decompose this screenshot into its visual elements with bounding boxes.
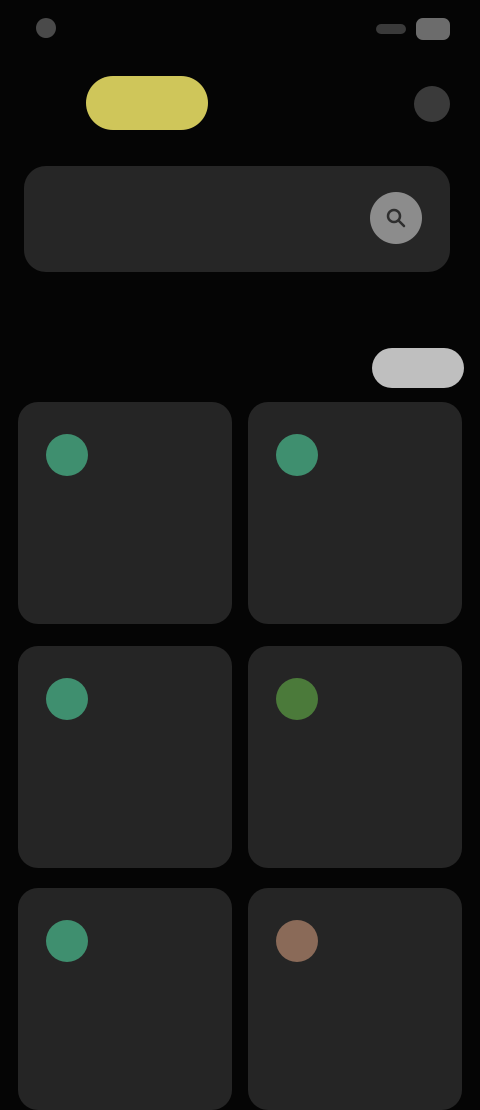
card[interactable] bbox=[18, 646, 232, 868]
search-button[interactable] bbox=[370, 192, 422, 244]
primary-pill-button[interactable] bbox=[86, 76, 208, 130]
search-icon bbox=[386, 208, 406, 228]
search-card bbox=[24, 166, 450, 272]
app-icon bbox=[46, 434, 88, 476]
app-icon bbox=[46, 920, 88, 962]
status-icons bbox=[376, 18, 450, 40]
profile-icon[interactable] bbox=[414, 86, 450, 122]
section-tabs bbox=[26, 310, 466, 340]
battery-icon bbox=[416, 18, 450, 40]
status-bar bbox=[0, 0, 480, 56]
search-input[interactable] bbox=[46, 200, 370, 236]
app-icon bbox=[46, 678, 88, 720]
camera-icon bbox=[36, 18, 56, 38]
app-icon bbox=[276, 920, 318, 962]
card[interactable] bbox=[18, 888, 232, 1110]
card[interactable] bbox=[18, 402, 232, 624]
top-header bbox=[0, 66, 480, 142]
section-header bbox=[24, 348, 470, 392]
card[interactable] bbox=[248, 646, 462, 868]
app-icon bbox=[276, 678, 318, 720]
section-action-button[interactable] bbox=[372, 348, 464, 388]
app-icon bbox=[276, 434, 318, 476]
card[interactable] bbox=[248, 402, 462, 624]
signal-icon bbox=[376, 24, 406, 34]
card[interactable] bbox=[248, 888, 462, 1110]
